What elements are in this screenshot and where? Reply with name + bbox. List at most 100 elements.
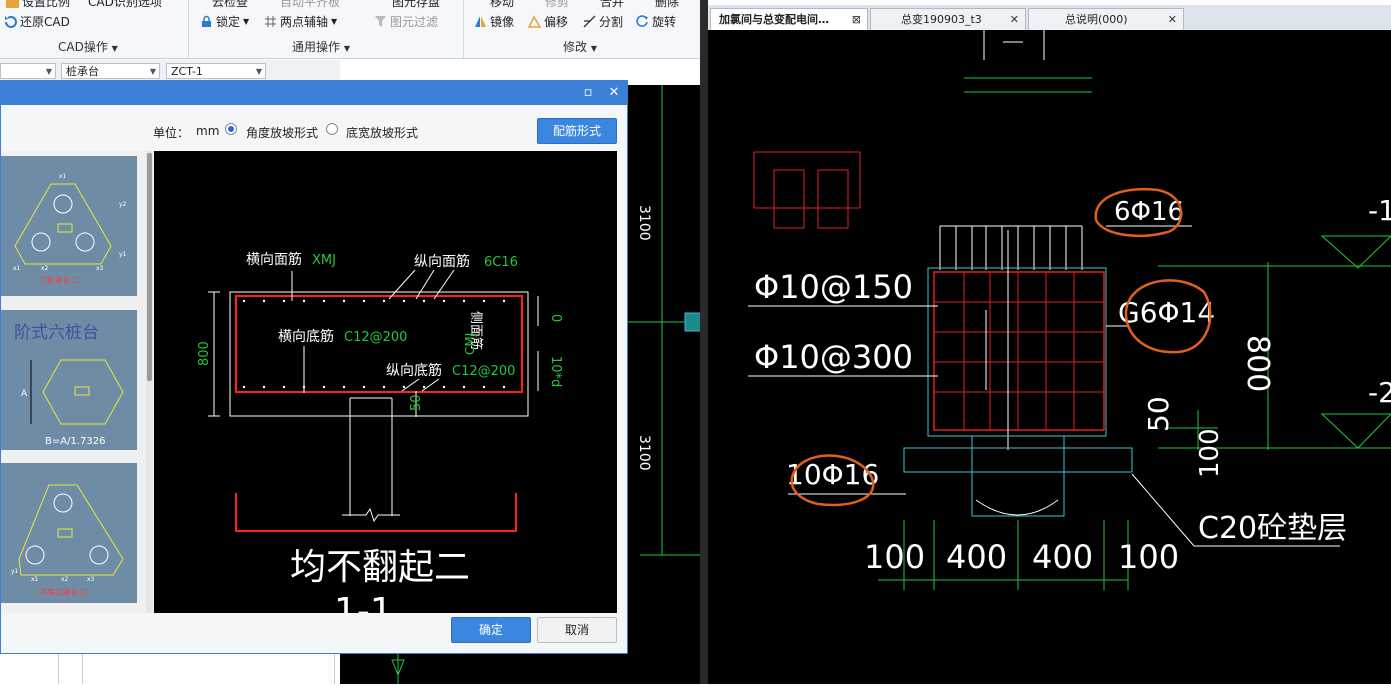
foundation-cap-dialog: ▫ ✕ 单位： mm 角度放坡形式 底宽放坡形式 配筋形式 x1 y2 y1 x…	[0, 80, 628, 654]
cloud-check-button[interactable]: 云检查	[212, 0, 248, 10]
cad-canvas-right[interactable]: 6Φ16 Φ10@150 Φ10@300 G6Φ14 10Φ16 800 50 …	[708, 30, 1391, 684]
lock-icon	[200, 15, 213, 28]
close-icon[interactable]: ⊠	[852, 9, 861, 31]
split-button[interactable]: 分割	[583, 13, 623, 30]
mirror-button[interactable]: 镜像	[474, 13, 514, 30]
radio-selected-icon	[225, 123, 237, 135]
bottom-longitudinal-value: C12@200	[452, 364, 515, 379]
ok-button[interactable]: 确定	[451, 617, 531, 643]
move-button[interactable]: 移动	[490, 0, 514, 10]
chevron-down-icon: ▼	[149, 67, 156, 76]
lock-button[interactable]: 锁定 ▼	[200, 13, 249, 30]
svg-text:x2: x2	[61, 576, 69, 583]
svg-text:x3: x3	[87, 576, 95, 583]
option-bottom-label: 底宽放坡形式	[346, 126, 419, 140]
dim-bottom-label: 3100	[636, 435, 652, 471]
top-longitudinal-value: 6C16	[484, 255, 518, 270]
bottom-longitudinal-label: 纵向底筋	[386, 362, 442, 379]
dialog-titlebar: ▫ ✕	[1, 81, 627, 105]
top-longitudinal-label: 纵向面筋	[414, 253, 470, 270]
tab-doc-2[interactable]: 总变190903_t3 ✕	[870, 8, 1026, 30]
dim-800-label: 800	[197, 341, 212, 366]
cad-recognize-options-button[interactable]: CAD识别选项	[88, 0, 162, 10]
dim-bottom-1: 100	[864, 538, 925, 576]
delete-button[interactable]: 删除	[655, 0, 679, 10]
set-scale-button[interactable]: 设置比例	[6, 0, 70, 10]
label-edge-1: -1	[1368, 194, 1391, 227]
two-point-axis-button[interactable]: 两点辅轴 ▼	[264, 13, 337, 30]
label-c20: C20砼垫层	[1198, 511, 1347, 546]
chevron-down-icon: ▼	[45, 67, 52, 76]
element-filter-button[interactable]: 图元过滤	[374, 13, 438, 30]
pane-splitter[interactable]	[700, 0, 708, 684]
hexagon-cap-icon: 阶式六桩台 A B=A/1.7326	[14, 323, 124, 447]
option-angle-label: 角度放坡形式	[246, 126, 319, 140]
auto-align-slab-button[interactable]: 自动平齐板	[280, 0, 340, 10]
close-icon[interactable]: ✕	[605, 84, 623, 102]
label-phi10-150: Φ10@150	[754, 268, 913, 306]
scale-icon	[6, 0, 19, 8]
unit-label: 单位：	[153, 126, 190, 140]
radio-bottom-width-slope[interactable]	[326, 123, 338, 137]
thumb-three-pile-cap[interactable]: x1 y2 y1 x1 x2 x3 三桩承台二	[1, 156, 137, 296]
group-cad-ops[interactable]: CAD操作 ▼	[58, 38, 118, 55]
axis-icon	[264, 15, 277, 28]
rotate-button[interactable]: 旋转	[636, 13, 676, 30]
group-modify[interactable]: 修改 ▼	[563, 38, 597, 55]
dim-800: 800	[1240, 335, 1275, 392]
dim-100: 100	[1195, 428, 1225, 478]
top-transverse-value: XMJ	[312, 253, 336, 268]
thumb-formula: B=A/1.7326	[45, 436, 105, 447]
bottom-transverse-label: 横向底筋	[278, 328, 334, 345]
trim-button[interactable]: 修剪	[545, 0, 569, 10]
label-edge-2: -2	[1368, 376, 1391, 409]
svg-text:x1: x1	[13, 265, 21, 272]
label-6phi16: 6Φ16	[1114, 197, 1184, 227]
thumb-caption: 三桩承台二	[39, 275, 79, 285]
ribbon: 设置比例 CAD识别选项 云检查 自动平齐板 图元存盘 移动 修剪 合并 删除 …	[0, 0, 700, 59]
dim-bottom-3: 400	[1032, 538, 1093, 576]
three-pile-cap-icon: x1 y2 y1 x1 x2 x3 三桩承台二	[13, 173, 127, 285]
rebar-preview: 800 0 10*d 50 横向面筋 XMJ 纵向面筋 6C16 横向底筋 C1…	[154, 151, 617, 613]
merge-button[interactable]: 合并	[600, 0, 624, 10]
svg-text:y1: y1	[11, 568, 19, 575]
thumb-stepped-six-pile[interactable]: 阶式六桩台 A B=A/1.7326	[1, 310, 137, 450]
thumbs-scrollbar[interactable]	[146, 151, 153, 613]
cap-section-drawing: 800 0 10*d 50 横向面筋 XMJ 纵向面筋 6C16 横向底筋 C1…	[197, 251, 563, 613]
dim-bottom-4: 100	[1118, 538, 1179, 576]
svg-text:x1: x1	[31, 576, 39, 583]
thumb-caption: 不等边承台三	[39, 587, 87, 597]
maximize-icon[interactable]: ▫	[579, 84, 597, 102]
svg-text:x3: x3	[96, 265, 104, 272]
cancel-button[interactable]: 取消	[537, 617, 617, 643]
three-pile-cap-icon: y1 x1 x2 x3 不等边承台三	[11, 484, 124, 597]
thumb-title: 阶式六桩台	[14, 323, 99, 343]
label-phi10-300: Φ10@300	[754, 338, 913, 376]
close-icon[interactable]: ✕	[1010, 9, 1019, 31]
cap-type-list[interactable]: x1 y2 y1 x1 x2 x3 三桩承台二 阶式六桩台 A B=A/1.73…	[1, 151, 153, 613]
scrollbar-thumb[interactable]	[147, 153, 152, 381]
restore-cad-button[interactable]: 还原CAD	[4, 13, 70, 30]
group-separator	[188, 0, 189, 58]
element-save-button[interactable]: 图元存盘	[392, 0, 440, 10]
floor-combo[interactable]: ▼	[0, 63, 56, 79]
dim-bottom-2: 400	[946, 538, 1007, 576]
section-label: 1-1	[334, 591, 393, 613]
rebar-form-button[interactable]: 配筋形式	[537, 118, 617, 144]
dim-10d-label: 10*d	[548, 356, 563, 387]
component-name-combo[interactable]: ZCT-1 ▼	[166, 63, 266, 79]
dialog-footer: 确定 取消	[1, 613, 627, 653]
tab-doc-1[interactable]: 加氯间与总变配电间… ⊠	[710, 8, 868, 30]
component-type-combo[interactable]: 桩承台 ▼	[61, 63, 160, 79]
svg-text:y2: y2	[119, 201, 127, 208]
thumb-unequal-three-pile[interactable]: y1 x1 x2 x3 不等边承台三	[1, 463, 137, 603]
tab-doc-3[interactable]: 总说明(000) ✕	[1028, 8, 1184, 30]
offset-button[interactable]: 偏移	[527, 13, 568, 30]
radio-empty-icon	[326, 123, 338, 135]
radio-angle-slope[interactable]	[225, 123, 237, 137]
svg-text:A: A	[21, 389, 28, 399]
label-g6phi14: G6Φ14	[1118, 296, 1215, 329]
preview-big-text: 均不翻起二	[290, 547, 470, 588]
close-icon[interactable]: ✕	[1168, 9, 1177, 31]
group-common-ops[interactable]: 通用操作 ▼	[292, 38, 350, 55]
